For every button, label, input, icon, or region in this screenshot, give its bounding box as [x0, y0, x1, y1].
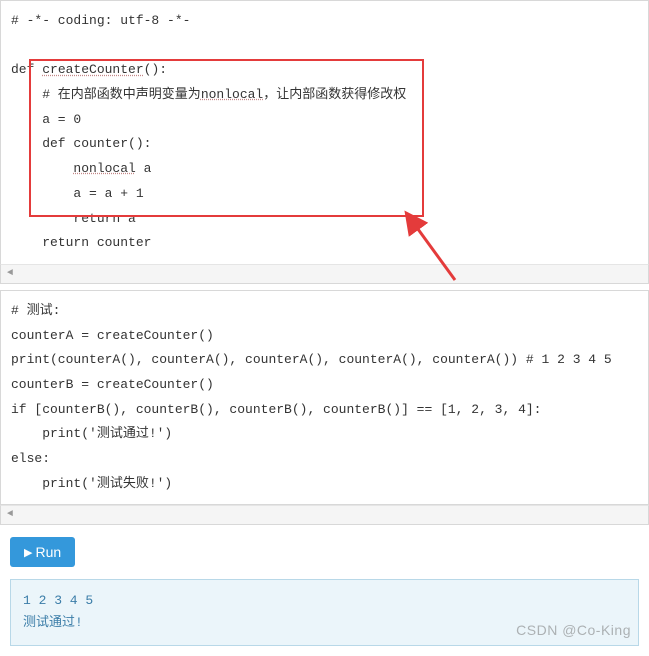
code-line: return counter — [11, 235, 151, 250]
run-button-label: Run — [35, 544, 61, 560]
identifier-underline: nonlocal — [201, 87, 263, 102]
code-line: print(counterA(), counterA(), counterA()… — [11, 352, 612, 367]
code-line: a = 0 — [11, 112, 81, 127]
code-line: print('测试通过!') — [11, 426, 172, 441]
code-line: return a — [11, 211, 136, 226]
code-line: else: — [11, 451, 50, 466]
code-line: print('测试失败!') — [11, 476, 172, 491]
play-icon: ▶ — [24, 546, 32, 559]
horizontal-scrollbar[interactable]: ◄ — [0, 505, 649, 525]
code-content-1: # -*- coding: utf-8 -*- def createCounte… — [11, 9, 638, 256]
code-content-2: # 测试: counterA = createCounter() print(c… — [11, 299, 638, 497]
code-editor-2[interactable]: # 测试: counterA = createCounter() print(c… — [0, 290, 649, 506]
watermark: CSDN @Co-King — [516, 622, 631, 638]
code-line: # -*- coding: utf-8 -*- — [11, 13, 190, 28]
horizontal-scrollbar[interactable]: ◄ — [0, 264, 649, 284]
output-line: 1 2 3 4 5 — [23, 590, 626, 612]
code-line: nonlocal a — [11, 161, 151, 176]
identifier-underline: nonlocal — [73, 161, 135, 176]
code-line: # 在内部函数中声明变量为nonlocal，让内部函数获得修改权 — [11, 87, 406, 102]
code-editor-1[interactable]: # -*- coding: utf-8 -*- def createCounte… — [0, 0, 649, 264]
code-line: counterA = createCounter() — [11, 328, 214, 343]
code-line: def createCounter(): — [11, 62, 167, 77]
code-line: counterB = createCounter() — [11, 377, 214, 392]
code-line: def counter(): — [11, 136, 151, 151]
scroll-left-icon: ◄ — [3, 267, 17, 281]
code-line: # 测试: — [11, 303, 60, 318]
identifier-underline: createCounter — [42, 62, 143, 77]
scroll-left-icon: ◄ — [3, 508, 17, 522]
run-button[interactable]: ▶ Run — [10, 537, 75, 567]
code-line: a = a + 1 — [11, 186, 144, 201]
code-line: if [counterB(), counterB(), counterB(), … — [11, 402, 542, 417]
